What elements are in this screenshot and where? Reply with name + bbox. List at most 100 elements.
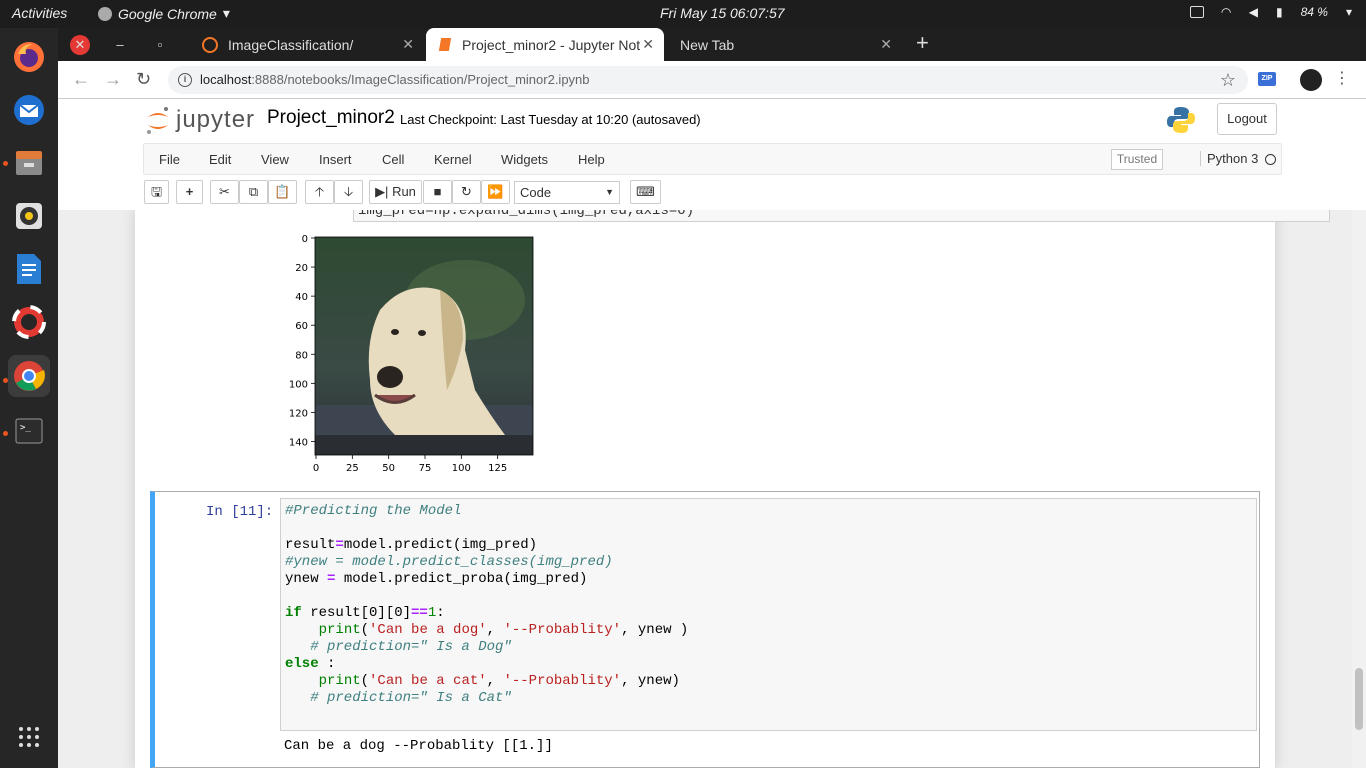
notebook-name[interactable]: Project_minor2 [267, 107, 395, 129]
kernel-name[interactable]: Python 3 [1200, 151, 1258, 166]
save-icon[interactable]: 🖫 [144, 180, 169, 204]
notebook-favicon-icon [438, 38, 452, 51]
page-scrollbar[interactable] [1352, 210, 1366, 768]
code-line: if result[0][0]==1: [285, 605, 445, 621]
back-icon[interactable]: ← [72, 69, 90, 90]
dog-image [315, 237, 533, 455]
insert-cell-icon[interactable]: + [176, 180, 203, 204]
activities-button[interactable]: Activities [12, 5, 67, 21]
close-tab-icon[interactable]: ✕ [880, 36, 892, 53]
show-applications-icon[interactable] [8, 716, 50, 758]
forward-icon[interactable]: → [104, 69, 122, 90]
code-line: result=model.predict(img_pred) [285, 537, 538, 553]
trusted-indicator[interactable]: Trusted [1111, 149, 1163, 170]
notebook-toolbar: 🖫 + ✂ ⧉ 📋 🡡 🡣 ▶| Run ■ ↻ ⏩ Code ▼ ⌨ [143, 176, 1282, 210]
y-axis: 0 20 40 60 80 100 120 140 [289, 234, 315, 448]
close-tab-icon[interactable]: ✕ [402, 36, 414, 53]
thunderbird-icon[interactable] [8, 89, 50, 131]
jupyter-header: jupyter Project_minor2 Last Checkpoint: … [58, 99, 1366, 143]
cut-icon[interactable]: ✂ [210, 180, 239, 204]
battery-icon: ▮ [1276, 5, 1283, 19]
terminal-icon[interactable]: >_ [8, 410, 50, 452]
code-cell[interactable]: In [11]: #Predicting the Model result=mo… [150, 491, 1260, 768]
close-window-button[interactable]: ✕ [70, 35, 90, 55]
y-tick-label: 60 [295, 321, 308, 332]
rhythmbox-icon[interactable] [8, 195, 50, 237]
app-name: Google Chrome [118, 5, 217, 22]
zip-extension-icon[interactable]: ZIP [1258, 72, 1276, 86]
menu-kernel[interactable]: Kernel [434, 152, 472, 167]
notebook-menubar: File Edit View Insert Cell Kernel Widget… [143, 143, 1282, 175]
restart-run-all-icon[interactable]: ⏩ [481, 180, 510, 204]
copy-icon[interactable]: ⧉ [239, 180, 268, 204]
menu-help[interactable]: Help [578, 152, 605, 167]
system-tray[interactable]: ◠ ◀ ▮ 84 % ▾ [1189, 5, 1352, 19]
move-down-icon[interactable]: 🡣 [334, 180, 363, 204]
y-tick-label: 120 [289, 408, 308, 419]
code-line: # prediction=" Is a Dog" [285, 639, 512, 655]
maximize-window-button[interactable]: ▫ [150, 35, 170, 55]
y-tick-label: 100 [289, 379, 308, 390]
files-icon[interactable] [8, 142, 50, 184]
stop-icon[interactable]: ■ [423, 180, 452, 204]
code-line: ynew = model.predict_proba(img_pred) [285, 571, 588, 587]
scrollbar-thumb[interactable] [1355, 668, 1363, 730]
menu-view[interactable]: View [261, 152, 289, 167]
y-tick-label: 40 [295, 292, 308, 303]
move-up-icon[interactable]: 🡡 [305, 180, 334, 204]
chrome-dock-icon[interactable] [8, 355, 50, 397]
run-label: Run [392, 184, 416, 199]
url-path: :8888/notebooks/ImageClassification/Proj… [251, 72, 590, 87]
kernel-idle-icon [1265, 154, 1276, 165]
restart-icon[interactable]: ↻ [452, 180, 481, 204]
previous-cell-input[interactable]: img_pred=np.expand_dims(img_pred,axis=0) [353, 210, 1330, 222]
menu-widgets[interactable]: Widgets [501, 152, 548, 167]
tab-label: ImageClassification/ [228, 36, 354, 53]
close-tab-icon[interactable]: ✕ [642, 36, 654, 53]
run-icon: ▶| [375, 184, 389, 199]
tab-image-classification[interactable]: ImageClassification/ ✕ [188, 28, 424, 61]
clock[interactable]: Fri May 15 06:07:57 [660, 5, 785, 21]
new-tab-icon[interactable]: + [916, 30, 929, 56]
cell-output: Can be a dog --Probablity [[1.]] [284, 738, 553, 754]
firefox-icon[interactable] [8, 36, 50, 78]
address-bar[interactable]: i localhost:8888/notebooks/ImageClassifi… [168, 66, 1248, 94]
run-button[interactable]: ▶| Run [369, 180, 422, 204]
reload-icon[interactable]: ↻ [136, 69, 151, 90]
minimize-window-button[interactable]: – [110, 35, 130, 55]
code-line: # prediction=" Is a Cat" [285, 690, 512, 706]
x-tick-label: 75 [419, 463, 432, 474]
x-tick-label: 25 [346, 463, 359, 474]
chrome-icon [98, 6, 112, 21]
menu-cell[interactable]: Cell [382, 152, 404, 167]
app-menu[interactable]: Google Chrome ▾ [98, 5, 230, 22]
more-menu-icon[interactable]: ⋮ [1334, 68, 1350, 88]
jupyter-logo-text: jupyter [176, 106, 256, 133]
menu-edit[interactable]: Edit [209, 152, 231, 167]
menu-insert[interactable]: Insert [319, 152, 352, 167]
code-line: #Predicting the Model [285, 503, 462, 519]
cell-type-select[interactable]: Code ▼ [514, 181, 620, 204]
logout-button[interactable]: Logout [1217, 103, 1277, 135]
keyboard-icon[interactable]: ⌨ [630, 180, 661, 204]
chevron-down-icon: ▼ [605, 187, 614, 197]
help-icon[interactable] [8, 301, 50, 343]
browser-toolbar: ← → ↻ i localhost:8888/notebooks/ImageCl… [58, 61, 1366, 99]
tab-new-tab[interactable]: New Tab ✕ [666, 28, 902, 61]
tab-project-minor2[interactable]: Project_minor2 - Jupyter Noteb ✕ [426, 28, 664, 61]
profile-avatar[interactable] [1300, 69, 1322, 91]
jupyter-logo[interactable]: jupyter [146, 105, 255, 135]
y-tick-label: 0 [302, 234, 308, 245]
window-icon [1189, 6, 1204, 18]
cell-type-value: Code [520, 185, 552, 200]
cell-input[interactable]: #Predicting the Model result=model.predi… [280, 498, 1257, 731]
bookmark-star-icon[interactable]: ☆ [1220, 66, 1236, 94]
python-logo-icon [1167, 107, 1195, 133]
paste-icon[interactable]: 📋 [268, 180, 297, 204]
site-info-icon[interactable]: i [178, 73, 192, 87]
libreoffice-writer-icon[interactable] [8, 248, 50, 290]
menu-file[interactable]: File [159, 152, 180, 167]
y-tick-label: 80 [295, 350, 308, 361]
tab-strip: ✕ – ▫ ImageClassification/ ✕ Project_min… [58, 28, 1366, 61]
code-line: else : [285, 656, 336, 672]
